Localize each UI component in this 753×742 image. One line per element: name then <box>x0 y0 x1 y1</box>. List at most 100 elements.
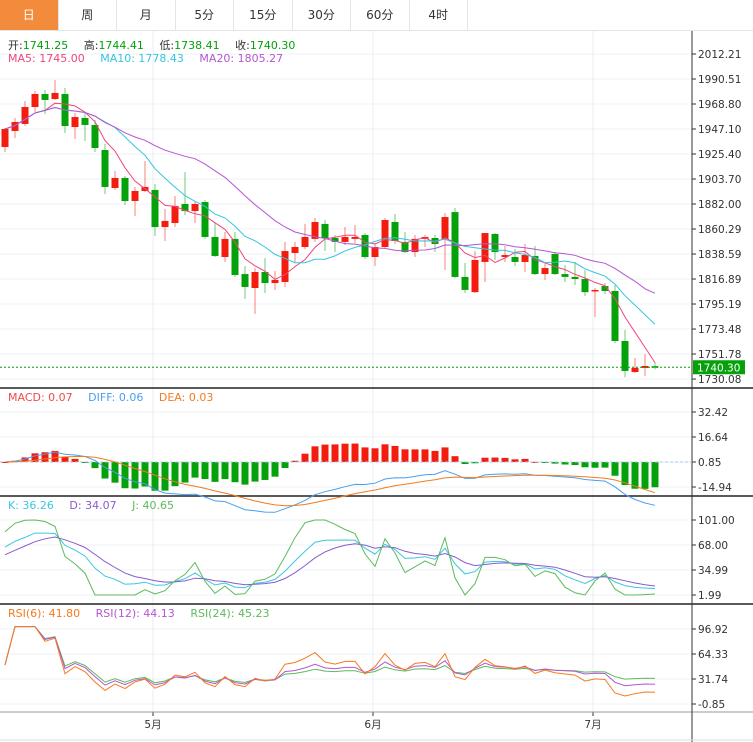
macd-bar <box>231 462 239 483</box>
candle-body <box>301 236 309 247</box>
candle-body <box>231 238 239 275</box>
candle <box>51 80 59 100</box>
diff-value: DIFF: 0.06 <box>88 391 144 404</box>
rsi6-value: RSI(6): 41.80 <box>8 607 81 620</box>
x-axis-label: 6月 <box>364 719 381 731</box>
axis-label: 1990.51 <box>698 74 741 86</box>
axis-label: 34.99 <box>698 565 728 577</box>
candle-body <box>31 93 39 108</box>
candle <box>461 262 469 293</box>
candle <box>121 176 129 206</box>
macd-bar <box>441 447 449 462</box>
candle-body <box>561 274 569 277</box>
candle-body <box>551 254 559 275</box>
axis-label: 1968.80 <box>698 99 741 111</box>
candle-body <box>591 289 599 292</box>
macd-bar <box>451 456 459 462</box>
candle <box>321 220 329 252</box>
macd-bar <box>481 457 489 462</box>
candle-body <box>151 189 159 228</box>
candle-body <box>161 220 169 228</box>
macd-bar <box>141 462 149 487</box>
rsi-legend: RSI(6): 41.80 RSI(12): 44.13 RSI(24): 45… <box>8 607 281 620</box>
candle-body <box>521 255 529 262</box>
macd-bar <box>641 462 649 489</box>
candle-body <box>581 279 589 293</box>
axis-label: 31.74 <box>698 674 728 686</box>
macd-bar <box>631 462 639 489</box>
candle <box>71 112 79 140</box>
x-axis-label: 5月 <box>144 719 161 731</box>
candle-body <box>541 268 549 275</box>
candle <box>101 143 109 194</box>
axis-label: 1773.48 <box>698 324 741 336</box>
axis-label: 16.64 <box>698 432 728 444</box>
low-value: 1738.41 <box>174 39 220 52</box>
high-label: 高: <box>83 39 99 52</box>
candle <box>21 101 29 127</box>
candle <box>291 241 299 262</box>
candle-body <box>321 223 329 238</box>
d-value: D: 34.07 <box>69 499 117 512</box>
candle-body <box>621 340 629 371</box>
macd-bar <box>361 447 369 462</box>
macd-bar <box>251 462 259 482</box>
candle <box>221 232 229 262</box>
ma5-line <box>4 102 656 363</box>
axis-label: 64.33 <box>698 649 728 661</box>
macd-bar <box>621 462 629 486</box>
kline-chart[interactable]: 5月 6月 7月 2012.21 1990.51 1968.80 1947.10 1925.4… <box>0 0 753 742</box>
macd-bar <box>651 462 659 488</box>
x-axis-label: 7月 <box>584 719 601 731</box>
macd-bar <box>191 462 199 478</box>
candle <box>161 208 169 241</box>
candle-body <box>71 117 79 128</box>
candle-body <box>271 279 279 284</box>
rsi12-line <box>4 626 656 687</box>
candle-body <box>221 238 229 258</box>
candle-body <box>201 202 209 237</box>
candle-body <box>281 251 289 283</box>
macd-bar <box>91 462 99 469</box>
ma5-value: MA5: 1745.00 <box>8 52 85 65</box>
candle <box>91 120 99 153</box>
axis-label: 0.85 <box>698 457 721 469</box>
candle <box>261 258 269 293</box>
macd-value: MACD: 0.07 <box>8 391 73 404</box>
axis-label: 68.00 <box>698 540 728 552</box>
axis-label: 32.42 <box>698 407 728 419</box>
candle-body <box>1 129 9 147</box>
candle-body <box>241 274 249 287</box>
candle <box>281 241 289 287</box>
macd-bar <box>351 443 359 462</box>
candle-body <box>191 204 199 212</box>
candle <box>311 217 319 242</box>
candle-body <box>571 276 579 280</box>
candle-body <box>291 246 299 253</box>
axis-label: 1925.40 <box>698 149 741 161</box>
candle <box>131 186 139 216</box>
candle-body <box>471 260 479 293</box>
candle-body <box>251 271 259 288</box>
candle <box>391 214 399 244</box>
candle <box>251 268 259 314</box>
ohlc-legend: 开:1741.25 高:1744.41 低:1738.41 收:1740.30 <box>8 37 307 53</box>
candle <box>651 362 659 370</box>
high-value: 1744.41 <box>98 39 144 52</box>
macd-bar <box>131 462 139 489</box>
j-line <box>4 519 656 596</box>
d-line <box>4 536 656 587</box>
candle <box>171 195 179 228</box>
candle-body <box>631 367 639 372</box>
macd-bar <box>491 457 499 462</box>
macd-bar <box>261 462 269 480</box>
candle-body <box>461 276 469 290</box>
candle-body <box>441 217 449 239</box>
candle <box>621 330 629 378</box>
open-label: 开: <box>8 39 23 52</box>
macd-bar <box>241 462 249 485</box>
macd-bar <box>421 449 429 462</box>
ma10-line <box>4 106 656 325</box>
candle <box>381 217 389 250</box>
macd-bar <box>321 444 329 462</box>
